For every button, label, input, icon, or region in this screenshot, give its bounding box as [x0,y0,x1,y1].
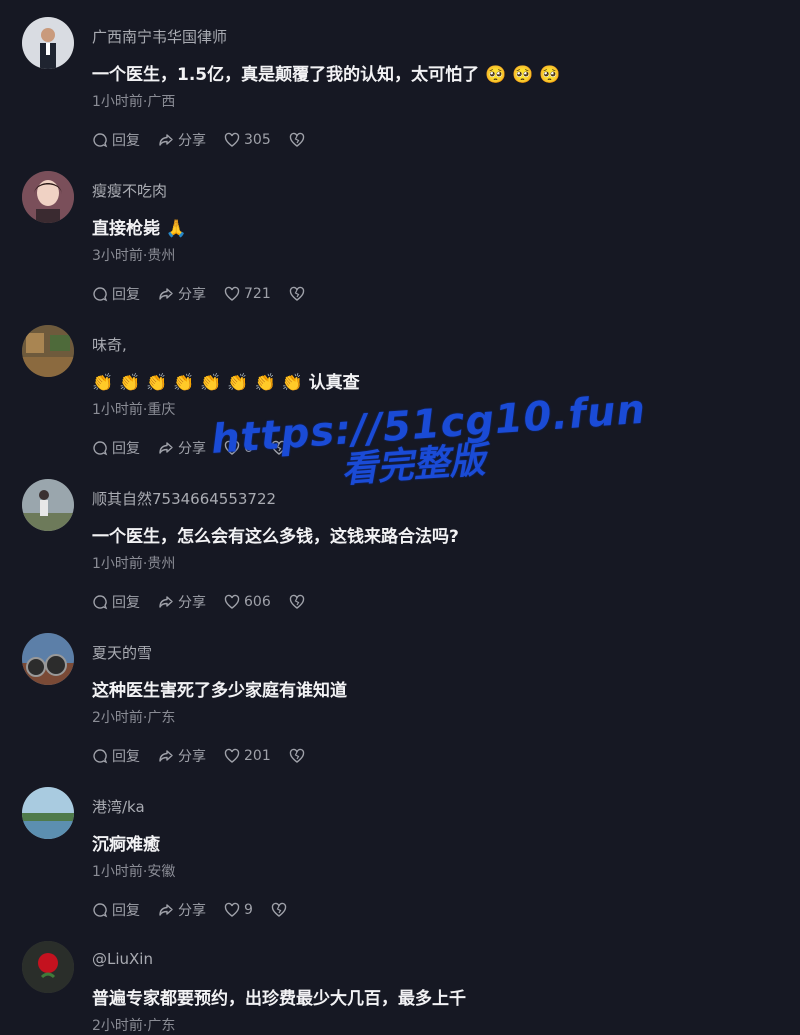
comment-text: 一个医生，1.5亿，真是颠覆了我的认知，太可怕了 🥺 🥺 🥺 [92,65,561,85]
broken-heart-icon [289,286,304,301]
heart-icon [224,286,240,301]
comment-item: 瘦瘦不吃肉 直接枪毙 🙏 3小时前·贵州 回复 分享 721 [0,154,800,308]
comment-item: @LiuXin 普遍专家都要预约，出珍费最少大几百，最多上千 2小时前·广东 [0,924,800,1034]
avatar[interactable] [22,787,74,839]
broken-heart-icon [289,748,304,763]
username[interactable]: 广西南宁韦华国律师 [92,26,227,47]
clap-emoji: 👏 👏 👏 👏 👏 👏 👏 👏 [92,373,303,393]
like-button[interactable]: 721 [224,286,271,302]
username[interactable]: 夏天的雪 [92,642,152,663]
share-icon [159,134,173,146]
comment-text: 沉痾难癒 [92,835,160,855]
username[interactable]: 味奇, [92,334,127,355]
reply-button[interactable]: 回复 [92,438,140,458]
like-button[interactable]: 305 [224,132,271,148]
pleading-face-emoji: 🥺 🥺 🥺 [485,65,561,85]
comment-meta: 2小时前·广东 [92,710,176,726]
reply-button[interactable]: 回复 [92,284,140,304]
pray-emoji: 🙏 [165,219,188,239]
avatar[interactable] [22,479,74,531]
broken-heart-icon [271,902,287,917]
reply-button[interactable]: 回复 [92,900,140,920]
dislike-button[interactable] [289,748,305,764]
like-count: 305 [244,132,271,148]
heart-icon [224,902,240,917]
comment-text: 普遍专家都要预约，出珍费最少大几百，最多上千 [92,989,466,1009]
heart-icon [224,748,240,763]
dislike-button[interactable] [289,132,305,148]
share-icon [159,750,173,762]
comment-text: 直接枪毙 🙏 [92,219,188,239]
username[interactable]: @LiuXin [92,950,153,968]
comment-item: 夏天的雪 这种医生害死了多少家庭有谁知道 2小时前·广东 回复 分享 201 [0,616,800,770]
like-button[interactable]: 606 [224,594,271,610]
reply-icon [93,287,108,302]
comment-meta: 2小时前·广东 [92,1018,176,1034]
reply-icon [93,595,108,610]
reply-icon [93,441,108,456]
like-button[interactable]: 9 [224,902,253,918]
avatar[interactable] [22,325,74,377]
comment-actions: 回复 分享 721 [92,284,323,304]
comment-actions: 回复 分享 305 [92,130,323,150]
comment-meta: 1小时前·重庆 [92,402,176,418]
share-icon [159,904,173,916]
reply-button[interactable]: 回复 [92,746,140,766]
broken-heart-icon [289,132,304,147]
comment-text: 一个医生，怎么会有这么多钱，这钱来路合法吗? [92,527,459,547]
comment-meta: 1小时前·贵州 [92,556,176,572]
comment-item: 港湾/ka 沉痾难癒 1小时前·安徽 回复 分享 9 [0,770,800,924]
heart-icon [224,132,240,147]
share-button[interactable]: 分享 [158,900,206,920]
comment-meta: 3小时前·贵州 [92,248,176,264]
comment-actions: 回复 分享 606 [92,592,323,612]
reply-button[interactable]: 回复 [92,592,140,612]
share-button[interactable]: 分享 [158,284,206,304]
dislike-button[interactable] [289,286,305,302]
heart-icon [224,594,240,609]
comment-item: 广西南宁韦华国律师 一个医生，1.5亿，真是颠覆了我的认知，太可怕了 🥺 🥺 🥺… [0,0,800,154]
share-button[interactable]: 分享 [158,746,206,766]
reply-icon [93,749,108,764]
comment-actions: 回复 分享 9 [92,900,305,920]
username[interactable]: 瘦瘦不吃肉 [92,180,167,201]
comment-text: 👏 👏 👏 👏 👏 👏 👏 👏 认真查 [92,373,360,393]
username[interactable]: 港湾/ka [92,796,145,817]
avatar[interactable] [22,941,74,993]
dislike-button[interactable] [271,902,287,918]
reply-icon [93,133,108,148]
avatar[interactable] [22,17,74,69]
like-button[interactable]: 201 [224,748,271,764]
share-button[interactable]: 分享 [158,438,206,458]
comment-meta: 1小时前·广西 [92,94,176,110]
share-button[interactable]: 分享 [158,130,206,150]
like-count: 606 [244,594,271,610]
share-icon [159,442,173,454]
share-button[interactable]: 分享 [158,592,206,612]
broken-heart-icon [289,594,304,609]
like-count: 201 [244,748,271,764]
reply-button[interactable]: 回复 [92,130,140,150]
avatar[interactable] [22,633,74,685]
dislike-button[interactable] [289,594,305,610]
avatar[interactable] [22,171,74,223]
like-count: 721 [244,286,271,302]
comment-text: 这种医生害死了多少家庭有谁知道 [92,681,347,701]
share-icon [159,596,173,608]
reply-icon [93,903,108,918]
comment-actions: 回复 分享 201 [92,746,323,766]
like-count: 9 [244,902,253,918]
comment-meta: 1小时前·安徽 [92,864,176,880]
share-icon [159,288,173,300]
